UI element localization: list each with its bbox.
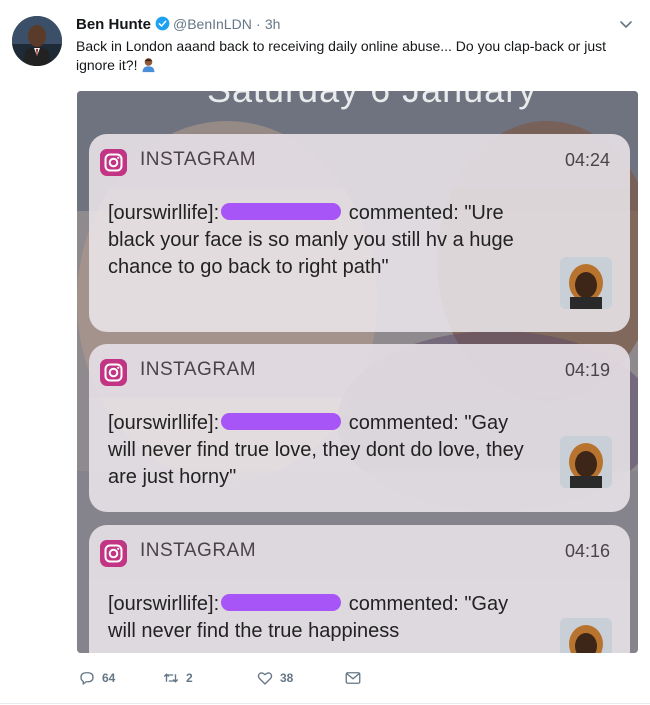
tweet-media-image[interactable]: Saturday 6 January INSTAGRAM 04:24 [ours…	[77, 91, 638, 653]
notification-app-name: INSTAGRAM	[140, 540, 257, 561]
lockscreen-date: Saturday 6 January	[207, 91, 537, 111]
instagram-icon	[100, 359, 127, 386]
notification-body: [ourswirllife]: commented: "Gay will nev…	[89, 579, 630, 653]
notification-app-name: INSTAGRAM	[140, 149, 257, 170]
retweet-button[interactable]: 2	[162, 668, 193, 688]
notification-account: [ourswirllife]:	[108, 593, 220, 615]
tweet-timestamp[interactable]: 3h	[265, 16, 281, 32]
author-name[interactable]: Ben Hunte	[76, 16, 151, 33]
redaction-mark	[221, 203, 342, 220]
message-button[interactable]	[344, 668, 362, 688]
notification-time: 04:24	[564, 150, 610, 170]
notification-time: 04:16	[564, 541, 610, 561]
notification-account: [ourswirllife]:	[108, 202, 220, 224]
notification-app-name: INSTAGRAM	[140, 359, 257, 380]
instagram-icon	[100, 149, 127, 176]
reply-button[interactable]: 64	[78, 668, 115, 688]
chevron-down-icon[interactable]	[618, 16, 634, 32]
tweet-header: Ben Hunte @BenInLDN · 3h	[76, 14, 280, 35]
notification-body: [ourswirllife]: commented: "Gay will nev…	[89, 398, 630, 501]
notification-card[interactable]: INSTAGRAM 04:16 [ourswirllife]: commente…	[89, 525, 630, 653]
notification-time: 04:19	[564, 360, 610, 380]
notification-header: INSTAGRAM 04:16	[89, 525, 630, 579]
tweet-text: Back in London aaand back to receiving d…	[76, 37, 621, 75]
notification-header: INSTAGRAM 04:19	[89, 344, 630, 398]
notification-account: [ourswirllife]:	[108, 412, 220, 434]
retweet-icon	[163, 673, 179, 683]
reply-count: 64	[102, 671, 116, 685]
notification-thumbnail	[560, 436, 612, 488]
envelope-icon	[345, 672, 361, 684]
reply-icon	[80, 672, 94, 685]
man-gesturing-emoji	[143, 58, 155, 73]
like-count: 38	[280, 671, 294, 685]
redaction-mark	[221, 594, 342, 611]
notification-header: INSTAGRAM 04:24	[89, 134, 630, 188]
notification-action: commented:	[348, 202, 459, 224]
author-avatar[interactable]	[12, 16, 62, 66]
redaction-mark	[221, 413, 342, 430]
instagram-icon	[100, 540, 127, 567]
notification-action: commented:	[348, 412, 459, 434]
notification-action: commented:	[348, 593, 459, 615]
heart-icon	[257, 672, 273, 685]
notification-body: [ourswirllife]: commented: "Ure black yo…	[89, 188, 630, 291]
tweet: Ben Hunte @BenInLDN · 3h Back in London a…	[0, 0, 650, 705]
author-handle[interactable]: @BenInLDN	[173, 16, 252, 32]
notification-card[interactable]: INSTAGRAM 04:19 [ourswirllife]: commente…	[89, 344, 630, 512]
notification-thumbnail	[560, 618, 612, 653]
verified-badge-icon	[155, 16, 170, 31]
divider	[0, 703, 650, 704]
retweet-count: 2	[186, 671, 193, 685]
separator-dot: ·	[255, 16, 261, 32]
like-button[interactable]: 38	[256, 668, 293, 688]
notification-thumbnail	[560, 257, 612, 309]
notification-card[interactable]: INSTAGRAM 04:24 [ourswirllife]: commente…	[89, 134, 630, 332]
